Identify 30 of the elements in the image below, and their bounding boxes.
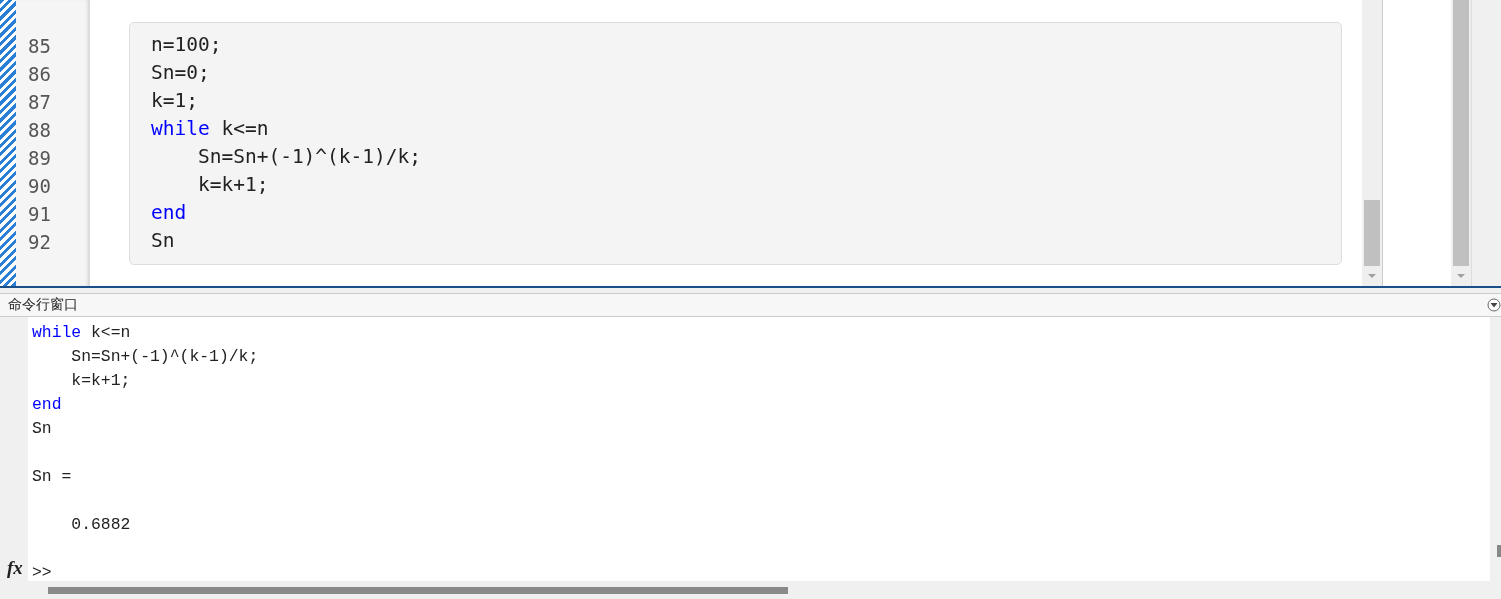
line-number: 85 bbox=[28, 35, 51, 57]
line-number: 90 bbox=[28, 175, 51, 197]
line-number: 86 bbox=[28, 63, 51, 85]
vertical-scrollbar[interactable] bbox=[1362, 0, 1382, 286]
code-line: Sn=0; bbox=[151, 61, 210, 84]
line-number: 89 bbox=[28, 147, 51, 169]
command-output-line: k=k+1; bbox=[70, 371, 131, 390]
command-output-line: Sn bbox=[32, 419, 52, 438]
command-output-line: 0.6882 bbox=[70, 515, 131, 534]
line-number: 87 bbox=[28, 91, 51, 113]
code-line: Sn=Sn+(-1)^(k-1)/k; bbox=[196, 145, 422, 168]
dropdown-icon[interactable] bbox=[1487, 298, 1501, 312]
panel-title: 命令行窗口 bbox=[8, 296, 78, 314]
line-number: 88 bbox=[28, 119, 51, 141]
vertical-scrollbar[interactable] bbox=[1451, 0, 1471, 286]
command-output-line: Sn = bbox=[32, 467, 72, 486]
code-line: end bbox=[151, 201, 187, 224]
horizontal-scrollbar[interactable] bbox=[48, 587, 788, 594]
code-line: Sn bbox=[151, 229, 175, 252]
code-line: n=100; bbox=[151, 33, 222, 56]
code-line: k=k+1; bbox=[196, 173, 269, 196]
line-number: 91 bbox=[28, 203, 51, 225]
command-output-line: Sn=Sn+(-1)^(k-1)/k; bbox=[70, 347, 259, 366]
command-prompt[interactable]: >> bbox=[32, 563, 52, 582]
code-line: while k<=n bbox=[151, 117, 269, 140]
function-browser-button[interactable]: fx bbox=[7, 557, 23, 579]
code-line: k=1; bbox=[151, 89, 198, 112]
line-number: 92 bbox=[28, 231, 51, 253]
command-output-line: end bbox=[32, 395, 62, 414]
command-output-line: while k<=n bbox=[32, 323, 131, 342]
